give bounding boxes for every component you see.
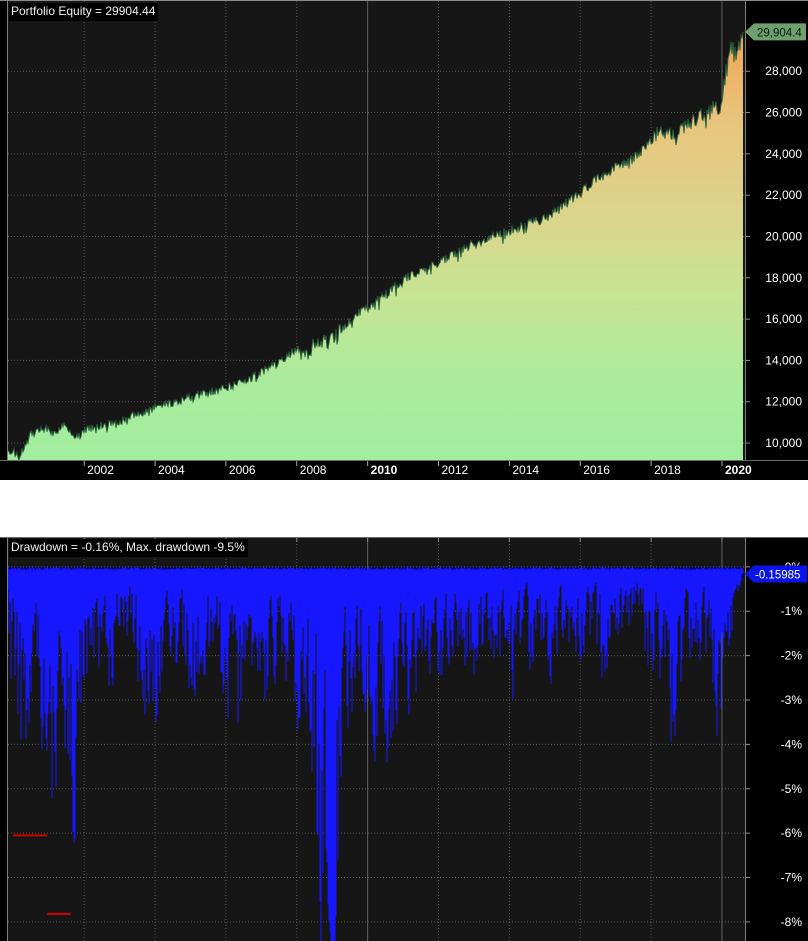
drawdown-last-value-tag: -0.15985 [745,565,807,583]
y-axis-label: -1% [781,604,803,618]
y-axis-label: 10,000 [765,436,802,450]
y-axis-label: -7% [781,871,803,885]
equity-last-value-text: 29,904.4 [757,27,802,39]
equity-panel: 10,000 12,000 14,000 16,000 18,000 20,000 22,0… [0,0,808,480]
drawdown-last-value-text: -0.15985 [755,569,800,581]
y-axis-label: 28,000 [765,64,802,78]
x-axis-label: 2008 [300,463,327,477]
y-axis-label: 20,000 [765,229,802,243]
equity-last-value-tag: 29,904.4 [745,23,806,41]
x-axis-label: 2006 [229,463,256,477]
y-axis-label: 18,000 [765,271,802,285]
y-axis-label: -6% [781,826,803,840]
y-axis-label: -4% [781,737,803,751]
x-axis-label: 2016 [583,463,610,477]
x-axis-label: 2018 [654,463,681,477]
y-axis-label: 12,000 [765,395,802,409]
y-axis-label: -3% [781,693,803,707]
x-axis-label: 2004 [158,463,185,477]
y-axis-label: 14,000 [765,353,802,367]
panel-gap [0,480,808,537]
drawdown-y-axis: 0%-1%-2%-3%-4%-5%-6%-7%-8% [745,560,802,929]
x-axis-label: 2012 [442,463,469,477]
y-axis-label: -5% [781,782,803,796]
drawdown-chart-title: Drawdown = -0.16%, Max. drawdown -9.5% [9,539,248,557]
x-axis-label: 2014 [512,463,539,477]
y-axis-label: 26,000 [765,106,802,120]
drawdown-panel: 0%-1%-2%-3%-4%-5%-6%-7%-8%-0.15985 Drawd… [0,537,808,941]
equity-x-axis: 2002 2004 2006 2008 2010 2012 2014 2016 2018 2020 [83,461,752,477]
y-axis-label: 16,000 [765,312,802,326]
drawdown-chart[interactable]: 0%-1%-2%-3%-4%-5%-6%-7%-8%-0.15985 [0,537,808,941]
y-axis-label: 24,000 [765,147,802,161]
y-axis-label: -2% [781,649,803,663]
x-axis-label: 2010 [371,463,398,477]
equity-chart[interactable]: 10,000 12,000 14,000 16,000 18,000 20,000 22,0… [0,0,808,480]
equity-chart-title: Portfolio Equity = 29904.44 [9,3,159,21]
equity-y-axis: 10,000 12,000 14,000 16,000 18,000 20,000 22,0… [745,64,802,450]
x-axis-label: 2020 [725,463,752,477]
y-axis-label: 22,000 [765,188,802,202]
y-axis-label: -8% [781,915,803,929]
x-axis-label: 2002 [87,463,114,477]
